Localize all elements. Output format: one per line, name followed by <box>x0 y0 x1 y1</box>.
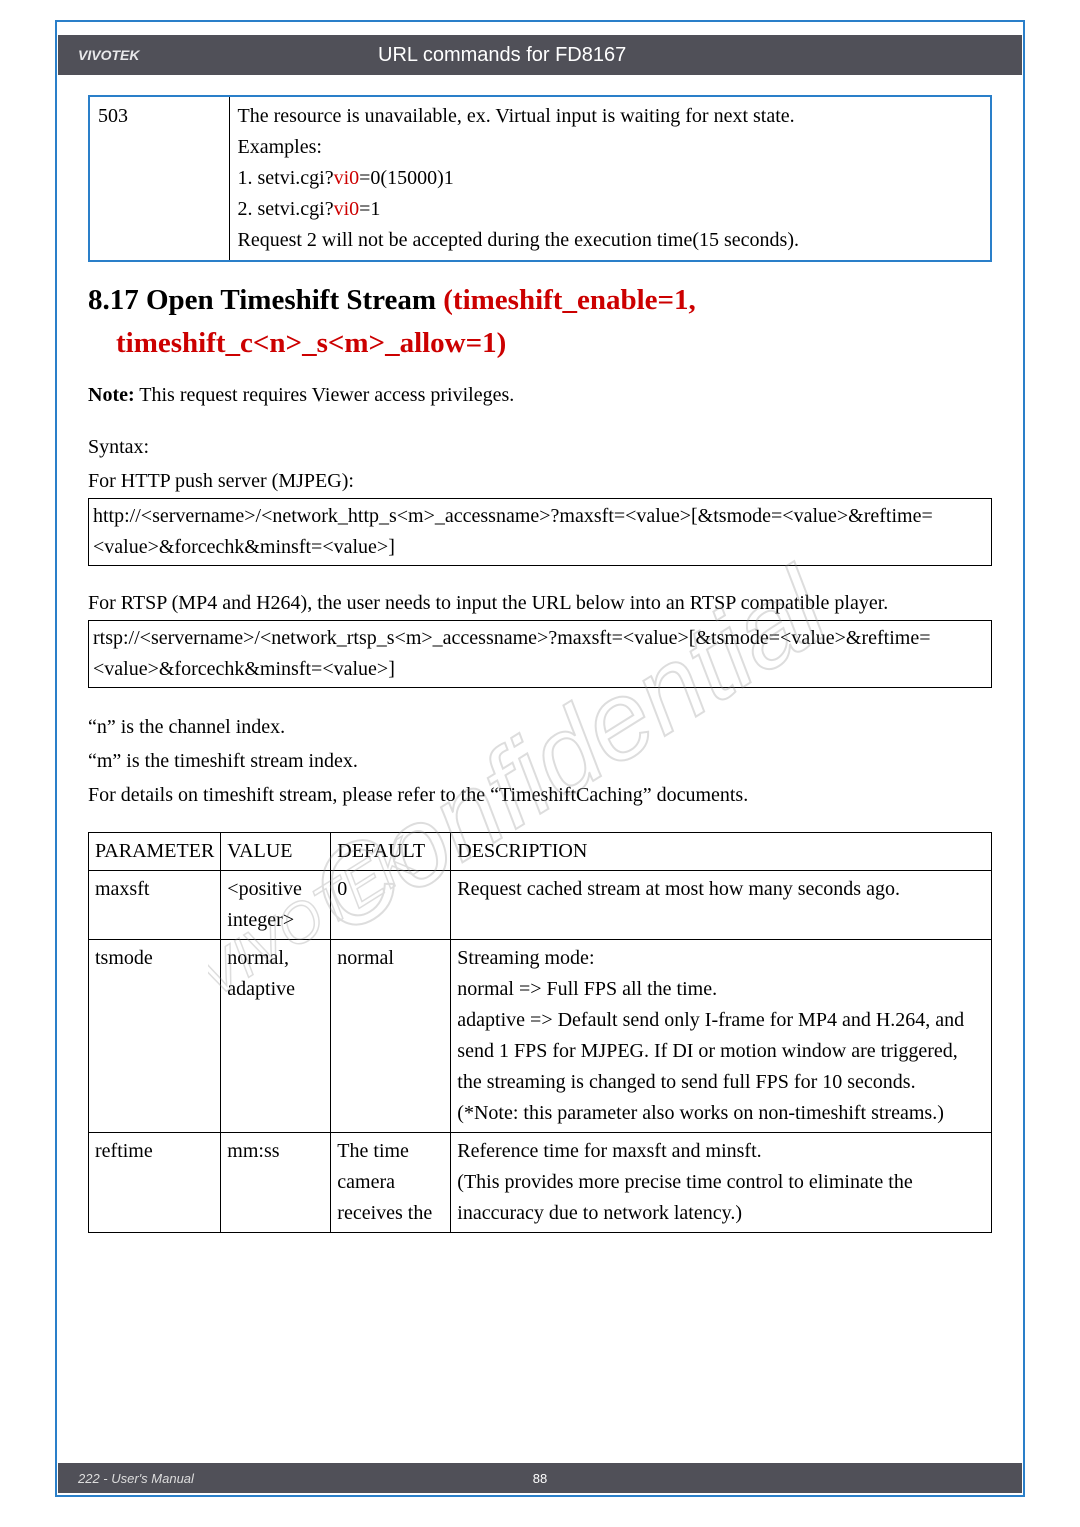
header-title: URL commands for FD8167 <box>378 44 1022 67</box>
param-cell: maxsft <box>89 871 221 940</box>
table-row: reftime mm:ss The time camera receives t… <box>89 1133 992 1233</box>
note-line: Note: This request requires Viewer acces… <box>88 378 992 412</box>
col-value: VALUE <box>221 833 331 871</box>
m-index-note: “m” is the timeshift stream index. <box>88 744 992 778</box>
desc-cell: Reference time for maxsft and minsft. (T… <box>451 1133 992 1233</box>
note-label: Note: <box>88 384 135 406</box>
details-note: For details on timeshift stream, please … <box>88 778 992 812</box>
brand-logo: VIVOTEK <box>58 35 378 75</box>
footer-left: 222 - User's Manual <box>78 1471 194 1486</box>
default-cell: 0 <box>331 871 451 940</box>
table-row: tsmode normal, adaptive normal Streaming… <box>89 940 992 1133</box>
n-index-note: “n” is the channel index. <box>88 710 992 744</box>
rtsp-syntax-box: rtsp://<servername>/<network_rtsp_s<m>_a… <box>88 620 992 688</box>
example2-param: vi0 <box>334 198 360 220</box>
page-content: 503 The resource is unavailable, ex. Vir… <box>88 95 992 1457</box>
page-footer: 222 - User's Manual 88 <box>58 1463 1022 1493</box>
example2-prefix: 2. setvi.cgi? <box>238 198 334 220</box>
param-cell: reftime <box>89 1133 221 1233</box>
example2-suffix: =1 <box>359 198 380 220</box>
section-number-title: 8.17 Open Timeshift Stream <box>88 284 443 316</box>
note-text: This request requires Viewer access priv… <box>135 384 515 406</box>
default-cell: The time camera receives the <box>331 1133 451 1233</box>
status-code-cell: 503 <box>89 96 229 261</box>
desc-cell: Streaming mode: normal => Full FPS all t… <box>451 940 992 1133</box>
status-code-table: 503 The resource is unavailable, ex. Vir… <box>88 95 992 262</box>
section-heading: 8.17 Open Timeshift Stream (timeshift_en… <box>88 284 992 317</box>
col-parameter: PARAMETER <box>89 833 221 871</box>
col-description: DESCRIPTION <box>451 833 992 871</box>
value-cell: mm:ss <box>221 1133 331 1233</box>
value-cell: normal, adaptive <box>221 940 331 1133</box>
http-syntax-box: http://<servername>/<network_http_s<m>_a… <box>88 498 992 566</box>
syntax-label: Syntax: <box>88 430 992 464</box>
status-desc-line5: Request 2 will not be accepted during th… <box>238 229 800 251</box>
parameter-table: PARAMETER VALUE DEFAULT DESCRIPTION maxs… <box>88 832 992 1233</box>
example1-prefix: 1. setvi.cgi? <box>238 167 334 189</box>
param-cell: tsmode <box>89 940 221 1133</box>
footer-page-number: 88 <box>533 1471 547 1486</box>
value-cell: <positive integer> <box>221 871 331 940</box>
http-push-label: For HTTP push server (MJPEG): <box>88 464 992 498</box>
http-syntax-text: http://<servername>/<network_http_s<m>_a… <box>89 499 992 566</box>
page-header: VIVOTEK URL commands for FD8167 <box>58 35 1022 75</box>
status-desc-cell: The resource is unavailable, ex. Virtual… <box>229 96 991 261</box>
example1-suffix: =0(15000)1 <box>359 167 454 189</box>
rtsp-syntax-text: rtsp://<servername>/<network_rtsp_s<m>_a… <box>89 621 992 688</box>
rtsp-intro: For RTSP (MP4 and H264), the user needs … <box>88 586 992 620</box>
table-row: maxsft <positive integer> 0 Request cach… <box>89 871 992 940</box>
example1-param: vi0 <box>334 167 360 189</box>
section-title-red: (timeshift_enable=1, <box>443 284 696 316</box>
status-desc-line1: The resource is unavailable, ex. Virtual… <box>238 105 795 127</box>
status-desc-line2: Examples: <box>238 136 322 158</box>
table-header-row: PARAMETER VALUE DEFAULT DESCRIPTION <box>89 833 992 871</box>
col-default: DEFAULT <box>331 833 451 871</box>
desc-cell: Request cached stream at most how many s… <box>451 871 992 940</box>
section-subtitle: timeshift_c<n>_s<m>_allow=1) <box>116 327 992 360</box>
default-cell: normal <box>331 940 451 1133</box>
